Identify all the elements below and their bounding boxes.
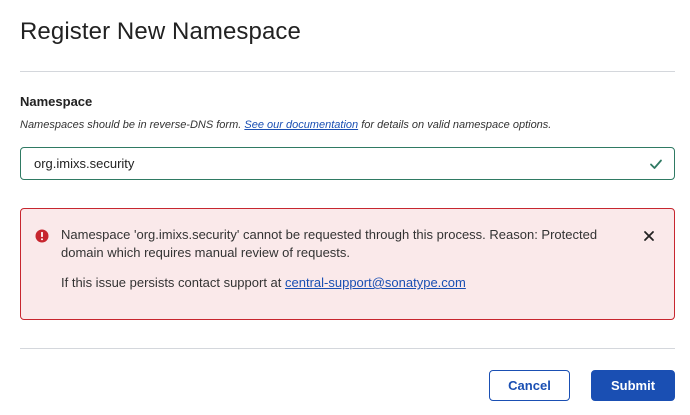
- footer-divider: [20, 348, 675, 349]
- alert-close-button[interactable]: [641, 228, 657, 244]
- cancel-button[interactable]: Cancel: [489, 370, 570, 401]
- namespace-input[interactable]: [21, 148, 674, 179]
- check-icon: [650, 159, 662, 169]
- error-alert: Namespace 'org.imixs.security' cannot be…: [20, 208, 675, 320]
- help-text-suffix: for details on valid namespace options.: [361, 119, 552, 131]
- help-text-prefix: Namespaces should be in reverse-DNS form…: [20, 119, 242, 131]
- alert-message: Namespace 'org.imixs.security' cannot be…: [61, 227, 598, 260]
- register-namespace-dialog: Register New Namespace Namespace Namespa…: [0, 0, 690, 415]
- documentation-link[interactable]: See our documentation: [244, 119, 358, 131]
- support-prefix: If this issue persists contact support a…: [61, 275, 282, 290]
- error-icon: [35, 229, 49, 243]
- header-divider: [20, 71, 675, 72]
- support-email-link[interactable]: central-support@sonatype.com: [285, 275, 466, 290]
- close-icon: [644, 231, 654, 241]
- namespace-input-wrapper: [20, 147, 675, 180]
- submit-button[interactable]: Submit: [591, 370, 675, 401]
- dialog-title: Register New Namespace: [20, 18, 301, 45]
- namespace-help-text: Namespaces should be in reverse-DNS form…: [20, 119, 551, 131]
- alert-support-text: If this issue persists contact support a…: [61, 275, 466, 290]
- namespace-label: Namespace: [20, 94, 93, 109]
